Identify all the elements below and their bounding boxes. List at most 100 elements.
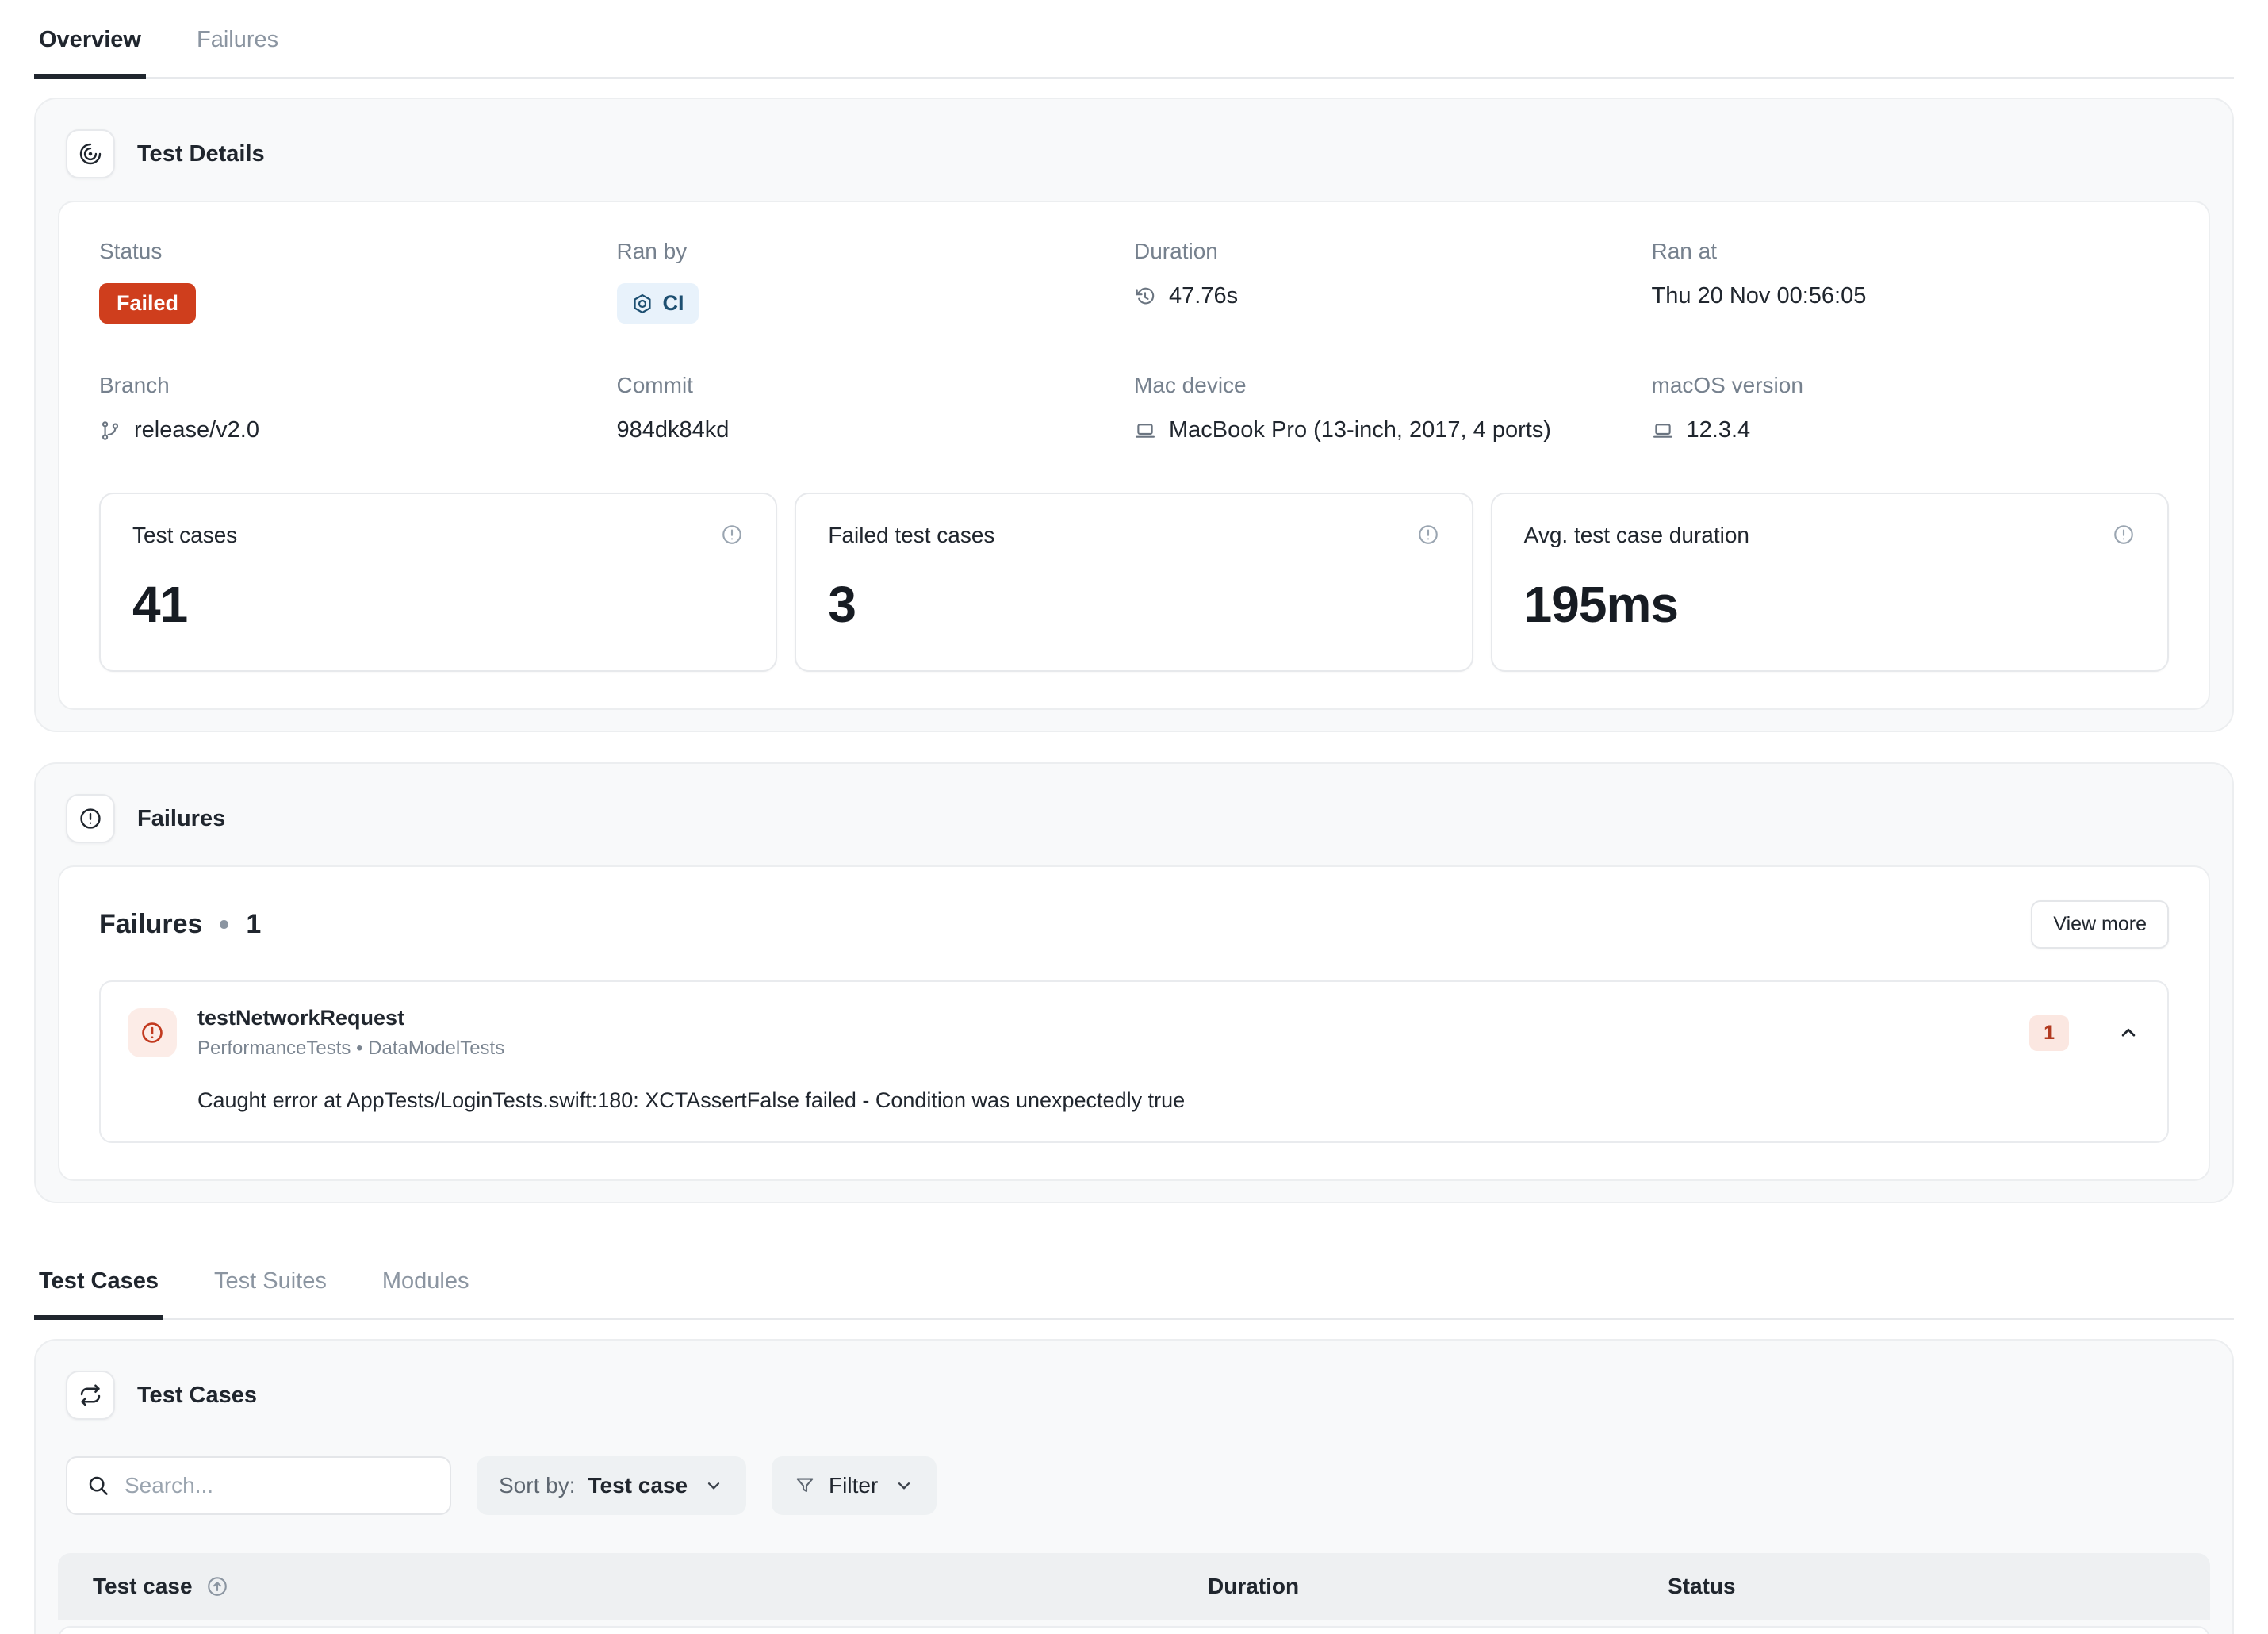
page: Overview Failures Test Details Status Fa… [0, 0, 2268, 1634]
table-header: Test case Duration Status [58, 1553, 2210, 1620]
metric-test-cases: Test cases 41 [99, 493, 777, 672]
failure-texts: testNetworkRequest PerformanceTests • Da… [197, 1006, 504, 1060]
info-icon[interactable] [720, 523, 744, 547]
column-status-label: Status [1668, 1574, 1736, 1599]
column-test-case-label: Test case [93, 1574, 193, 1599]
view-more-button[interactable]: View more [2031, 900, 2169, 949]
sort-by-dropdown[interactable]: Sort by: Test case [477, 1456, 746, 1515]
field-mac-device-label: Mac device [1134, 373, 1652, 398]
sort-by-value: Test case [588, 1473, 688, 1498]
chevron-down-icon [703, 1475, 724, 1496]
metric-test-cases-value: 41 [132, 575, 744, 634]
tab-test-cases[interactable]: Test Cases [34, 1260, 163, 1320]
commit-value: 984dk84kd [617, 417, 730, 443]
failures-heading-row: Failures 1 View more [99, 900, 2169, 949]
metric-failed-test-cases: Failed test cases 3 [795, 493, 1473, 672]
field-branch-label: Branch [99, 373, 617, 398]
hexagon-ci-icon [631, 293, 653, 315]
filter-label: Filter [829, 1473, 878, 1498]
failures-card: Failures Failures 1 View more testNetwo [34, 762, 2234, 1203]
dot-separator [220, 920, 228, 929]
test-cases-table: Test case Duration Status testCacheHit [58, 1553, 2210, 1634]
failure-item: testNetworkRequest PerformanceTests • Da… [99, 980, 2169, 1143]
info-icon[interactable] [2112, 523, 2136, 547]
field-status: Status Failed [99, 239, 617, 324]
tab-modules[interactable]: Modules [377, 1260, 474, 1320]
clock-history-icon [1134, 286, 1156, 308]
search-icon [86, 1474, 110, 1498]
failure-message: Caught error at AppTests/LoginTests.swif… [197, 1088, 2140, 1113]
ci-badge: CI [617, 283, 699, 324]
field-macos-version-label: macOS version [1652, 373, 2170, 398]
chevron-down-icon [894, 1475, 914, 1496]
duration-value: 47.76s [1169, 283, 1238, 309]
search-input[interactable] [125, 1473, 431, 1498]
tab-failures[interactable]: Failures [192, 19, 283, 79]
search-box [66, 1456, 451, 1515]
failures-heading: Failures [99, 909, 202, 940]
field-ran-at-label: Ran at [1652, 239, 2170, 264]
field-commit: Commit 984dk84kd [617, 373, 1135, 443]
field-commit-label: Commit [617, 373, 1135, 398]
test-cases-card: Test Cases Sort by: Test case [34, 1339, 2234, 1634]
info-icon[interactable] [1416, 523, 1440, 547]
macos-version-value: 12.3.4 [1687, 417, 1751, 443]
test-details-title: Test Details [137, 141, 265, 167]
metric-avg-duration-value: 195ms [1524, 575, 2136, 634]
failure-item-row[interactable]: testNetworkRequest PerformanceTests • Da… [128, 1006, 2140, 1060]
metric-failed-label: Failed test cases [828, 523, 994, 548]
table-row[interactable]: testCacheHit PerformanceTests • LoginTes… [58, 1626, 2210, 1634]
test-cases-title: Test Cases [137, 1383, 257, 1409]
field-branch: Branch release/v2.0 [99, 373, 617, 443]
column-duration-label: Duration [1208, 1574, 1299, 1599]
failures-panel: Failures 1 View more testNetworkRequest … [58, 865, 2210, 1181]
metric-test-cases-label: Test cases [132, 523, 237, 548]
field-ran-by: Ran by CI [617, 239, 1135, 324]
field-ran-at: Ran at Thu 20 Nov 00:56:05 [1652, 239, 2170, 324]
funnel-icon [794, 1475, 816, 1497]
alert-circle-icon [66, 794, 115, 843]
failures-title: Failures [137, 806, 225, 832]
field-mac-device: Mac device MacBook Pro (13-inch, 2017, 4… [1134, 373, 1652, 443]
column-duration: Duration [1208, 1574, 1668, 1599]
ci-badge-label: CI [663, 291, 684, 316]
laptop-icon [1134, 420, 1156, 442]
metric-avg-duration-label: Avg. test case duration [1524, 523, 1749, 548]
field-duration-label: Duration [1134, 239, 1652, 264]
status-failed-badge: Failed [99, 283, 196, 324]
branch-value: release/v2.0 [134, 417, 259, 443]
filter-dropdown[interactable]: Filter [772, 1456, 937, 1515]
tab-test-suites[interactable]: Test Suites [209, 1260, 331, 1320]
tab-overview[interactable]: Overview [34, 19, 146, 79]
ran-at-value: Thu 20 Nov 00:56:05 [1652, 283, 1867, 309]
chevron-up-icon[interactable] [2117, 1021, 2140, 1045]
field-status-label: Status [99, 239, 617, 264]
test-details-card: Test Details Status Failed Ran by [34, 98, 2234, 732]
field-ran-by-label: Ran by [617, 239, 1135, 264]
field-duration: Duration 47.76s [1134, 239, 1652, 324]
metric-avg-duration: Avg. test case duration 195ms [1491, 493, 2169, 672]
test-cases-header: Test Cases [66, 1371, 2210, 1420]
mac-device-value: MacBook Pro (13-inch, 2017, 4 ports) [1169, 417, 1551, 443]
alert-circle-icon [128, 1008, 177, 1057]
sort-by-label: Sort by: [499, 1473, 575, 1498]
field-macos-version: macOS version 12.3.4 [1652, 373, 2170, 443]
failures-header: Failures [66, 794, 2210, 843]
laptop-icon [1652, 420, 1674, 442]
failure-name: testNetworkRequest [197, 1006, 504, 1030]
metric-cards: Test cases 41 Failed test cases [99, 493, 2169, 672]
failures-count: 1 [246, 909, 261, 940]
content-tabbar: Test Cases Test Suites Modules [34, 1241, 2234, 1320]
test-details-header: Test Details [66, 129, 2210, 178]
column-status: Status [1668, 1574, 2175, 1599]
test-cases-toolbar: Sort by: Test case Filter [66, 1456, 2210, 1515]
page-tabbar: Overview Failures [34, 0, 2234, 79]
test-details-panel: Status Failed Ran by CI [58, 201, 2210, 710]
cycle-icon [66, 1371, 115, 1420]
git-branch-icon [99, 420, 121, 442]
target-icon [66, 129, 115, 178]
failure-count-badge: 1 [2029, 1015, 2069, 1051]
sort-asc-icon[interactable] [205, 1575, 229, 1598]
failure-suites: PerformanceTests • DataModelTests [197, 1038, 504, 1060]
metric-failed-value: 3 [828, 575, 1439, 634]
